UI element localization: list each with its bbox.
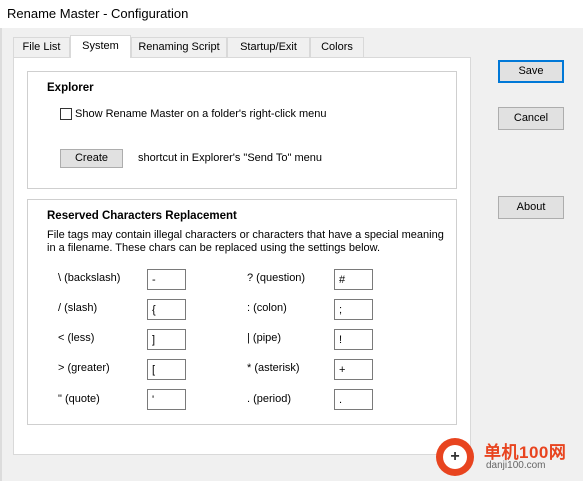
watermark-logo-icon: +	[436, 438, 474, 476]
reserved-chars-title: Reserved Characters Replacement	[47, 210, 237, 222]
colon-replacement-input[interactable]	[334, 299, 373, 320]
tab-renaming-script[interactable]: Renaming Script	[131, 37, 227, 57]
site-watermark: + 单机100网 danji100.com	[432, 436, 580, 478]
greater-label: > (greater)	[58, 362, 110, 374]
tab-startup-exit[interactable]: Startup/Exit	[227, 37, 310, 57]
quote-replacement-input[interactable]	[147, 389, 186, 410]
tab-file-list[interactable]: File List	[13, 37, 70, 57]
colon-label: : (colon)	[247, 302, 287, 314]
question-replacement-input[interactable]	[334, 269, 373, 290]
question-label: ? (question)	[247, 272, 306, 284]
watermark-url: danji100.com	[486, 460, 546, 471]
less-label: < (less)	[58, 332, 95, 344]
window-title: Rename Master - Configuration	[7, 6, 189, 21]
desc-line-1: File tags may contain illegal characters…	[47, 229, 444, 241]
explorer-group: Explorer Show Rename Master on a folder'…	[27, 71, 457, 189]
pipe-replacement-input[interactable]	[334, 329, 373, 350]
asterisk-label: * (asterisk)	[247, 362, 300, 374]
greater-replacement-input[interactable]	[147, 359, 186, 380]
period-label: . (period)	[247, 393, 292, 405]
less-replacement-input[interactable]	[147, 329, 186, 350]
plus-icon: +	[443, 445, 467, 469]
create-shortcut-button[interactable]: Create	[60, 149, 123, 168]
reserved-chars-description: File tags may contain illegal characters…	[47, 229, 457, 255]
reserved-chars-group: Reserved Characters Replacement File tag…	[27, 199, 457, 425]
backslash-label: \ (backslash)	[58, 272, 121, 284]
system-tab-panel: Explorer Show Rename Master on a folder'…	[13, 57, 471, 455]
tab-colors[interactable]: Colors	[310, 37, 364, 57]
asterisk-replacement-input[interactable]	[334, 359, 373, 380]
quote-label: " (quote)	[58, 393, 100, 405]
explorer-group-title: Explorer	[47, 82, 94, 94]
slash-label: / (slash)	[58, 302, 98, 314]
pipe-label: | (pipe)	[247, 332, 282, 344]
window-left-edge	[0, 28, 2, 481]
tab-system[interactable]: System	[70, 35, 131, 58]
slash-replacement-input[interactable]	[147, 299, 186, 320]
right-click-menu-label: Show Rename Master on a folder's right-c…	[75, 108, 327, 120]
save-button[interactable]: Save	[498, 60, 564, 83]
about-button[interactable]: About	[498, 196, 564, 219]
desc-line-2: in a filename. These chars can be replac…	[47, 242, 381, 254]
cancel-button[interactable]: Cancel	[498, 107, 564, 130]
period-replacement-input[interactable]	[334, 389, 373, 410]
backslash-replacement-input[interactable]	[147, 269, 186, 290]
right-click-menu-checkbox[interactable]	[60, 108, 72, 120]
create-shortcut-desc: shortcut in Explorer's "Send To" menu	[138, 152, 322, 164]
title-bar: Rename Master - Configuration	[0, 0, 583, 28]
